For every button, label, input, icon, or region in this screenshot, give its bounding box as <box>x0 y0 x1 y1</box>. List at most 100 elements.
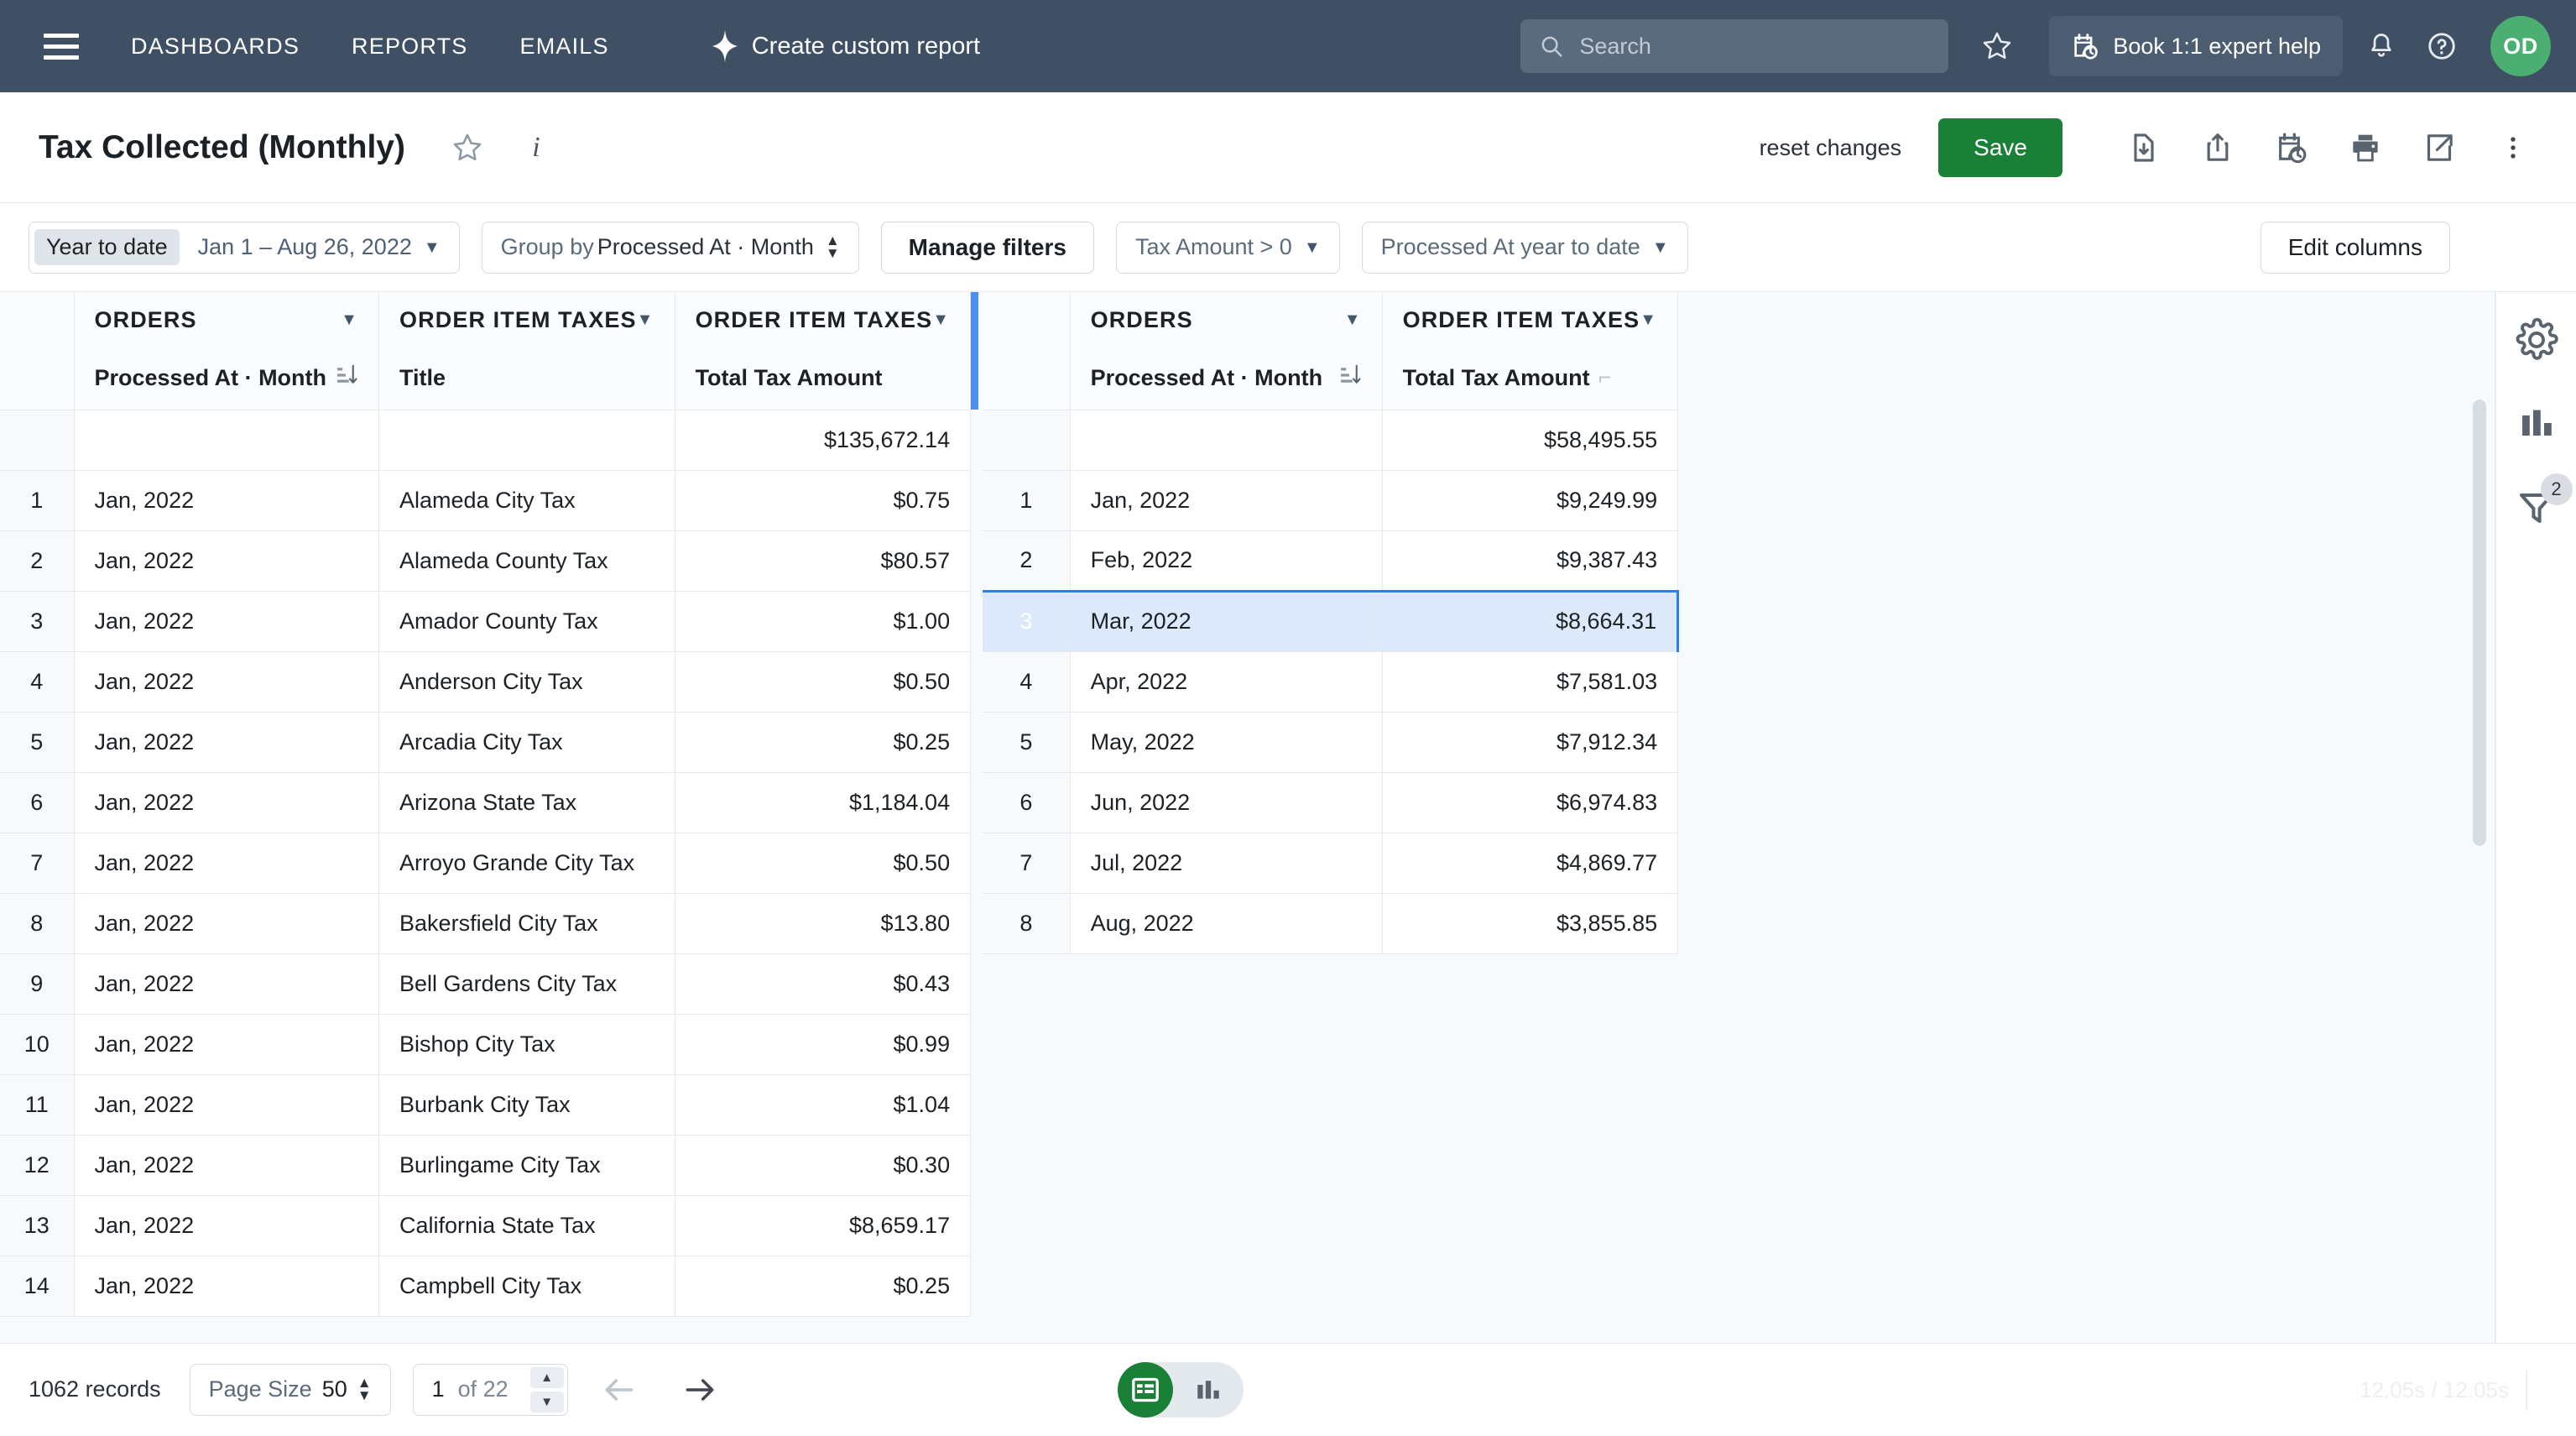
chart-view-option[interactable] <box>1173 1375 1244 1405</box>
cell-amount[interactable]: $0.50 <box>675 651 971 712</box>
cell-title[interactable]: Burbank City Tax <box>379 1074 675 1135</box>
cell-month[interactable]: Jan, 2022 <box>74 893 379 953</box>
view-mode-toggle[interactable] <box>1118 1362 1244 1418</box>
cell-title[interactable]: Alameda City Tax <box>379 470 675 530</box>
cell-title[interactable]: Bishop City Tax <box>379 1014 675 1074</box>
table-row[interactable]: 6Jan, 2022Arizona State Tax$1,184.04 <box>0 772 971 833</box>
more-options-button[interactable] <box>2480 115 2546 180</box>
left-column-header-total-tax[interactable]: Total Tax Amount <box>675 347 971 410</box>
sort-descending-icon[interactable] <box>333 363 358 394</box>
save-button[interactable]: Save <box>1938 118 2062 177</box>
cell-amount[interactable]: $0.99 <box>675 1014 971 1074</box>
cell-month[interactable]: Jan, 2022 <box>74 712 379 772</box>
cell-title[interactable]: Arcadia City Tax <box>379 712 675 772</box>
page-navigator[interactable]: 1 of 22 ▲ ▼ <box>413 1364 568 1416</box>
group-by-selector[interactable]: Group by Processed At · Month ▲▼ <box>482 222 859 274</box>
cell-title[interactable]: Arroyo Grande City Tax <box>379 833 675 893</box>
help-button[interactable] <box>2412 16 2472 76</box>
cell-amount[interactable]: $1.00 <box>675 591 971 651</box>
cell-amount[interactable]: $9,387.43 <box>1382 530 1678 591</box>
cell-month[interactable]: Jan, 2022 <box>74 772 379 833</box>
table-row[interactable]: 7Jul, 2022$4,869.77 <box>983 833 1678 893</box>
favorite-report-button[interactable] <box>437 117 498 178</box>
cell-title[interactable]: Amador County Tax <box>379 591 675 651</box>
share-button[interactable] <box>2185 115 2250 180</box>
table-row[interactable]: 8Aug, 2022$3,855.85 <box>983 893 1678 953</box>
date-range-filter[interactable]: Year to date Jan 1 – Aug 26, 2022 ▼ <box>29 222 460 274</box>
table-row[interactable]: 11Jan, 2022Burbank City Tax$1.04 <box>0 1074 971 1135</box>
cell-month[interactable]: Jan, 2022 <box>74 470 379 530</box>
vertical-scrollbar[interactable] <box>2473 399 2486 846</box>
cell-month[interactable]: Apr, 2022 <box>1070 651 1382 712</box>
cell-title[interactable]: Anderson City Tax <box>379 651 675 712</box>
cell-amount[interactable]: $0.75 <box>675 470 971 530</box>
cell-amount[interactable]: $13.80 <box>675 893 971 953</box>
hamburger-menu-icon[interactable] <box>44 27 82 65</box>
cell-month[interactable]: Jan, 2022 <box>74 1195 379 1256</box>
cell-amount[interactable]: $1,184.04 <box>675 772 971 833</box>
left-column-header-processed-at[interactable]: Processed At · Month <box>74 347 379 410</box>
next-page-button[interactable] <box>670 1360 729 1419</box>
open-external-button[interactable] <box>2407 115 2472 180</box>
table-row[interactable]: 2Jan, 2022Alameda County Tax$80.57 <box>0 530 971 591</box>
notifications-button[interactable] <box>2351 16 2412 76</box>
book-expert-help-button[interactable]: Book 1:1 expert help <box>2049 16 2343 76</box>
cell-title[interactable]: Burlingame City Tax <box>379 1135 675 1195</box>
user-avatar[interactable]: OD <box>2490 16 2551 76</box>
page-step-down[interactable]: ▼ <box>530 1392 564 1413</box>
table-row[interactable]: 12Jan, 2022Burlingame City Tax$0.30 <box>0 1135 971 1195</box>
left-group-header-2[interactable]: ORDER ITEM TAXES▼ <box>675 292 971 347</box>
cell-amount[interactable]: $6,974.83 <box>1382 772 1678 833</box>
filters-panel-button[interactable]: 2 <box>2509 480 2564 535</box>
cell-month[interactable]: Jan, 2022 <box>74 1014 379 1074</box>
page-size-selector[interactable]: Page Size 50 ▲▼ <box>190 1364 391 1416</box>
cell-amount[interactable]: $0.25 <box>675 1256 971 1316</box>
table-row-selected[interactable]: 3Mar, 2022$8,664.31 <box>983 591 1678 651</box>
right-column-header-processed-at[interactable]: Processed At · Month <box>1070 347 1382 410</box>
cell-month[interactable]: Jan, 2022 <box>74 591 379 651</box>
table-row[interactable]: 5May, 2022$7,912.34 <box>983 712 1678 772</box>
cell-month[interactable]: Jan, 2022 <box>1070 470 1382 530</box>
cell-title[interactable]: Arizona State Tax <box>379 772 675 833</box>
cell-month[interactable]: Jun, 2022 <box>1070 772 1382 833</box>
report-settings-button[interactable] <box>2509 312 2564 368</box>
vertical-scrollbar-thumb[interactable] <box>2473 399 2486 846</box>
cell-amount[interactable]: $1.04 <box>675 1074 971 1135</box>
cell-amount[interactable]: $0.30 <box>675 1135 971 1195</box>
table-row[interactable]: 3Jan, 2022Amador County Tax$1.00 <box>0 591 971 651</box>
cell-amount[interactable]: $0.25 <box>675 712 971 772</box>
report-info-button[interactable]: i <box>506 117 566 178</box>
table-view-option[interactable] <box>1118 1362 1173 1418</box>
table-row[interactable]: 7Jan, 2022Arroyo Grande City Tax$0.50 <box>0 833 971 893</box>
cell-month[interactable]: Jan, 2022 <box>74 833 379 893</box>
cell-amount[interactable]: $8,659.17 <box>675 1195 971 1256</box>
cell-amount[interactable]: $9,249.99 <box>1382 470 1678 530</box>
create-custom-report-button[interactable]: Create custom report <box>710 29 980 63</box>
table-row[interactable]: 4Apr, 2022$7,581.03 <box>983 651 1678 712</box>
cell-month[interactable]: Jan, 2022 <box>74 953 379 1014</box>
cell-amount[interactable]: $8,664.31 <box>1382 591 1678 651</box>
cell-title[interactable]: Bell Gardens City Tax <box>379 953 675 1014</box>
cell-amount[interactable]: $7,912.34 <box>1382 712 1678 772</box>
search-input[interactable]: Search <box>1520 19 1948 73</box>
table-row[interactable]: 1Jan, 2022Alameda City Tax$0.75 <box>0 470 971 530</box>
print-button[interactable] <box>2333 115 2398 180</box>
manage-filters-button[interactable]: Manage filters <box>881 222 1094 274</box>
column-resize-handle[interactable]: ⌐ <box>1598 364 1611 390</box>
cell-amount[interactable]: $80.57 <box>675 530 971 591</box>
download-file-button[interactable] <box>2111 115 2177 180</box>
page-current[interactable]: 1 <box>432 1376 445 1402</box>
cell-month[interactable]: Jan, 2022 <box>74 651 379 712</box>
nav-link-dashboards[interactable]: DASHBOARDS <box>131 34 300 60</box>
filter-chip-processed-at[interactable]: Processed At year to date ▼ <box>1362 222 1688 274</box>
cell-month[interactable]: Mar, 2022 <box>1070 591 1382 651</box>
left-group-header-1[interactable]: ORDER ITEM TAXES▼ <box>379 292 675 347</box>
table-row[interactable]: 13Jan, 2022California State Tax$8,659.17 <box>0 1195 971 1256</box>
table-row[interactable]: 8Jan, 2022Bakersfield City Tax$13.80 <box>0 893 971 953</box>
cell-amount[interactable]: $0.43 <box>675 953 971 1014</box>
cell-amount[interactable]: $4,869.77 <box>1382 833 1678 893</box>
right-group-header-1[interactable]: ORDER ITEM TAXES▼ <box>1382 292 1678 347</box>
left-group-header-0[interactable]: ORDERS▼ <box>74 292 379 347</box>
table-row[interactable]: 2Feb, 2022$9,387.43 <box>983 530 1678 591</box>
cell-month[interactable]: Jul, 2022 <box>1070 833 1382 893</box>
